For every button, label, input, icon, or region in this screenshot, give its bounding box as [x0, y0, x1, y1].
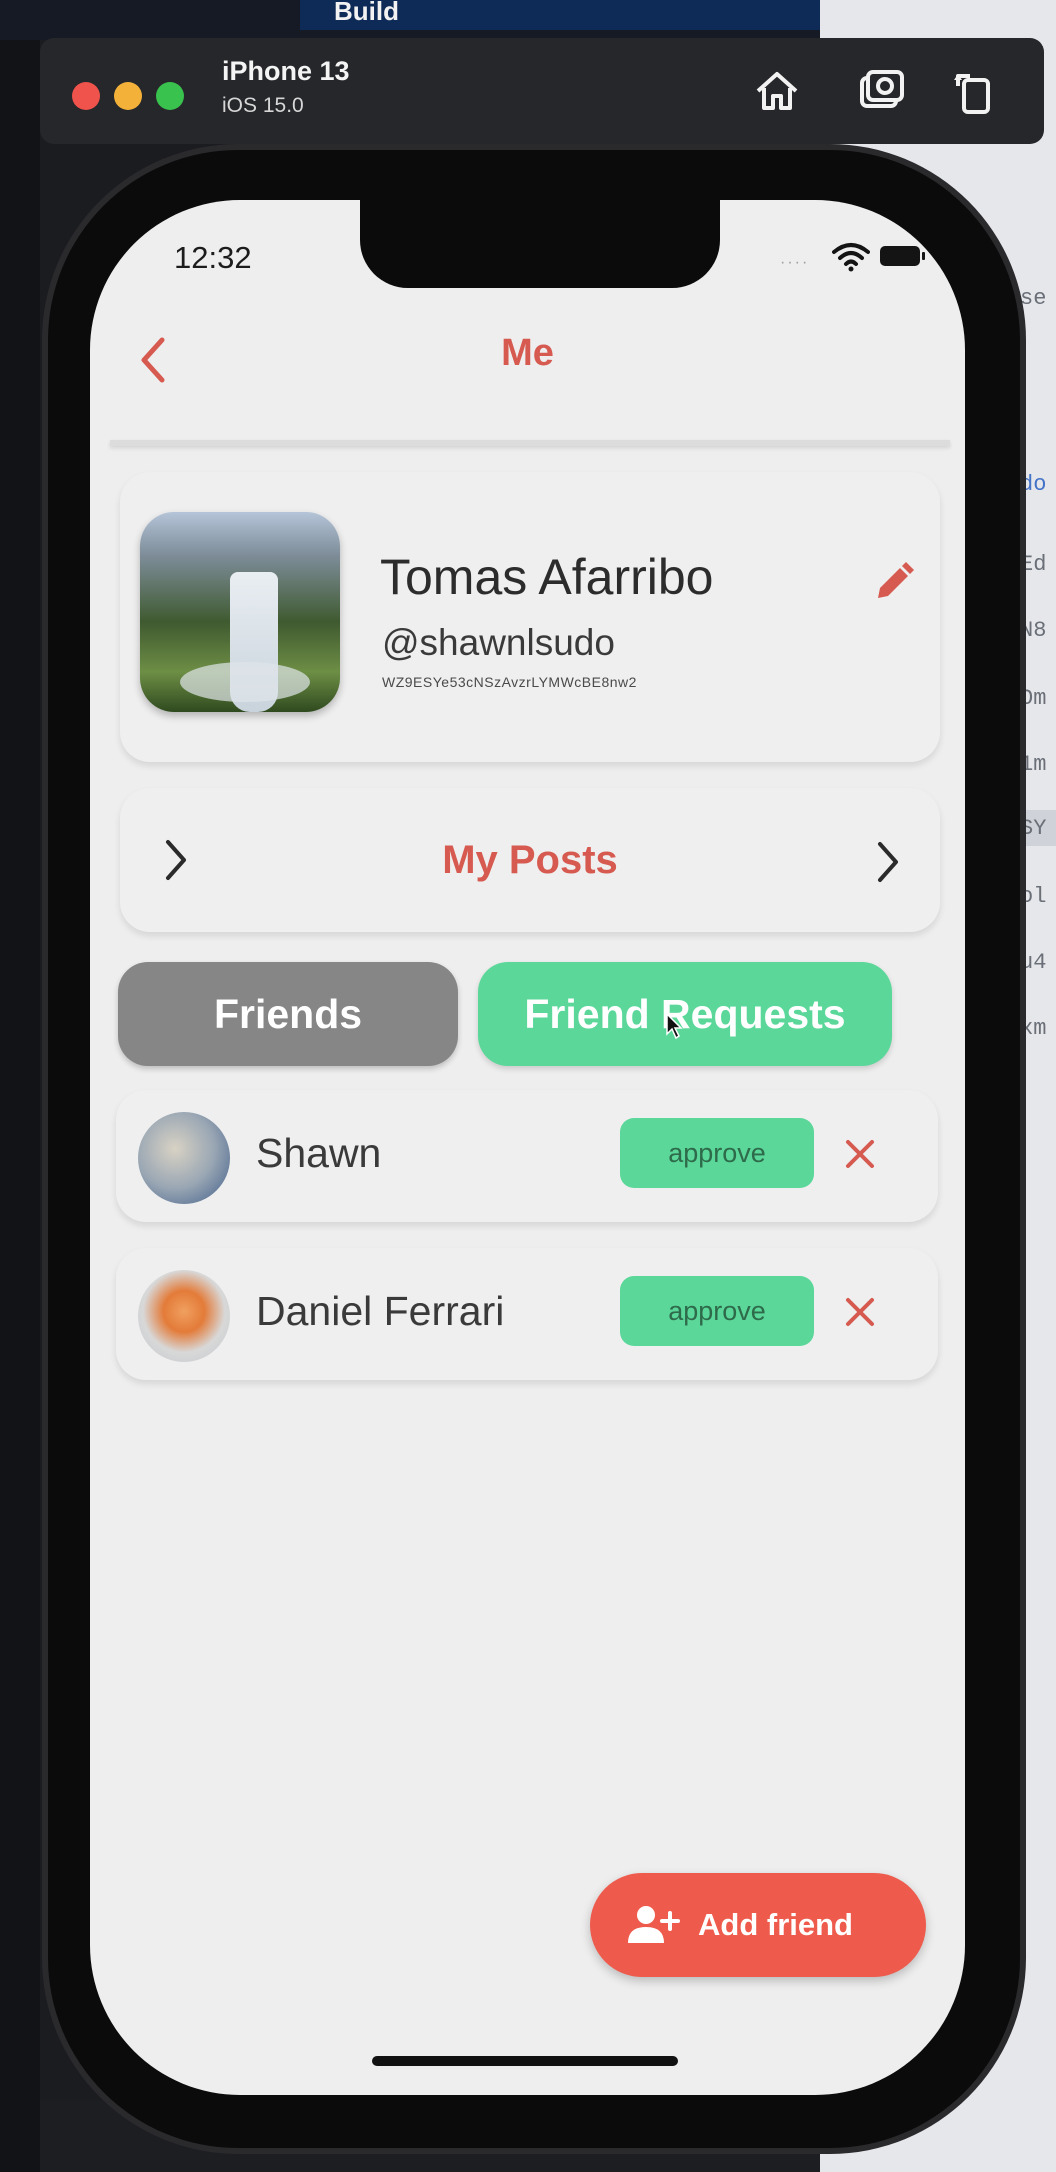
simulator-titlebar: iPhone 13 iOS 15.0 [40, 38, 1044, 144]
list-item: Shawn approve [116, 1090, 938, 1222]
code-fragment: ol [1020, 884, 1047, 909]
build-label: Build [334, 0, 399, 26]
tab-friend-requests[interactable]: Friend Requests [478, 962, 892, 1066]
code-fragment: Om [1020, 686, 1047, 711]
tab-friends-label: Friends [213, 990, 363, 1037]
approve-button[interactable]: approve [620, 1276, 814, 1346]
xcode-toolbar: Build [0, 0, 820, 40]
tab-friends[interactable]: Friends [118, 962, 458, 1066]
code-fragment: se [1020, 286, 1047, 311]
profile-name: Tomas Afarribo [380, 549, 714, 605]
status-time: 12:32 [174, 240, 252, 275]
avatar [138, 1112, 230, 1204]
mouse-cursor-icon [666, 1012, 683, 1040]
mist-image [180, 662, 310, 702]
desktop-backdrop [0, 0, 40, 2172]
my-posts-row[interactable]: My Posts [120, 788, 940, 932]
code-fragment: xm [1020, 1016, 1047, 1041]
add-friend-label: Add friend [698, 1907, 853, 1942]
approve-button[interactable]: approve [620, 1118, 814, 1188]
page-title: Me [501, 332, 554, 374]
person-add-icon [628, 1906, 680, 1943]
wifi-icon [832, 243, 870, 272]
code-fragment: N8 [1020, 618, 1047, 643]
home-icon[interactable] [750, 64, 804, 118]
profile-handle: @shawnlsudo [382, 622, 615, 663]
pencil-icon[interactable] [868, 558, 918, 608]
my-posts-label: My Posts [442, 838, 618, 882]
simulator-os-version: iOS 15.0 [222, 94, 304, 117]
notch [360, 200, 720, 288]
status-indicators: ···· [780, 242, 930, 272]
tab-friend-requests-label: Friend Requests [524, 990, 846, 1037]
code-fragment: u4 [1020, 950, 1047, 975]
battery-icon [880, 246, 925, 266]
simulator-device-name: iPhone 13 [222, 56, 350, 86]
code-fragment: 1m [1020, 752, 1047, 777]
close-icon[interactable] [840, 1134, 880, 1174]
requester-name: Daniel Ferrari [256, 1288, 505, 1334]
approve-label: approve [668, 1137, 766, 1168]
close-window-button[interactable] [72, 82, 100, 110]
navigation-bar: Me [90, 310, 965, 410]
zoom-window-button[interactable] [156, 82, 184, 110]
signal-icon: ···· [780, 254, 810, 271]
profile-card: Tomas Afarribo @shawnlsudo WZ9ESYe53cNSz… [120, 472, 940, 762]
chevron-right-icon [878, 842, 898, 882]
screenshot-icon[interactable] [854, 64, 908, 118]
code-fragment: Ed [1020, 552, 1047, 577]
add-friend-button[interactable]: Add friend [590, 1873, 926, 1977]
code-fragment: SY [1020, 816, 1047, 841]
approve-label: approve [668, 1295, 766, 1326]
minimize-window-button[interactable] [114, 82, 142, 110]
nav-divider [110, 440, 950, 446]
close-icon[interactable] [840, 1292, 880, 1332]
list-item: Daniel Ferrari approve [116, 1248, 938, 1380]
profile-avatar[interactable] [140, 512, 340, 712]
phone-screen: 12:32 ···· Me Tomas Afarribo @shawnlsudo… [90, 200, 965, 2095]
rotate-icon[interactable] [948, 64, 1002, 118]
code-fragment: do [1020, 472, 1047, 497]
avatar [138, 1270, 230, 1362]
home-indicator[interactable] [372, 2056, 678, 2066]
requester-name: Shawn [256, 1130, 382, 1176]
profile-user-id: WZ9ESYe53cNSzAvzrLYMWcBE8nw2 [382, 674, 637, 690]
